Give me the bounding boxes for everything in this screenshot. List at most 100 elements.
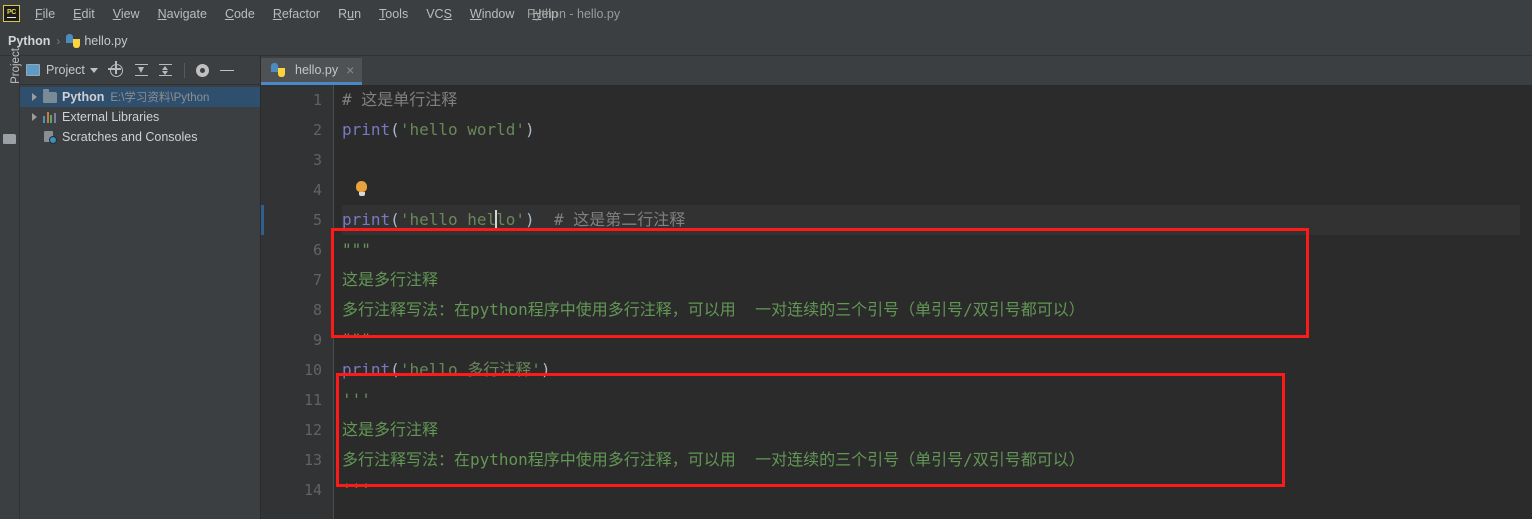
code-line[interactable]: '''	[342, 475, 1532, 505]
code-token: 多行注释写法：在python程序中使用多行注释，可以用 一对连续的三个引号（单引…	[342, 450, 1085, 469]
code-token: 这是多行注释	[342, 420, 439, 439]
code-line[interactable]: print('hello world')	[342, 115, 1532, 145]
line-number: 9	[312, 331, 322, 349]
code-line[interactable]	[342, 145, 1532, 175]
code-token: print	[342, 210, 391, 229]
chevron-right-icon[interactable]	[32, 113, 37, 121]
code-line[interactable]: 这是多行注释	[342, 265, 1532, 295]
line-number: 11	[303, 391, 322, 409]
breadcrumb-file[interactable]: hello.py	[62, 32, 131, 50]
tab-hello-py[interactable]: hello.py ×	[261, 58, 363, 85]
code-line[interactable]: print('hello 多行注释')	[342, 355, 1532, 385]
menu-item-window[interactable]: Window	[461, 4, 523, 24]
expand-all-icon[interactable]	[134, 63, 149, 78]
code-token: 这是多行注释	[342, 270, 439, 289]
line-number: 7	[312, 271, 322, 289]
code-line[interactable]: 多行注释写法：在python程序中使用多行注释，可以用 一对连续的三个引号（单引…	[342, 445, 1532, 475]
code-token: )	[525, 120, 535, 139]
breadcrumb-separator: ›	[56, 34, 61, 48]
code-token: 'hello world'	[399, 120, 526, 139]
chevron-right-icon[interactable]	[32, 93, 37, 101]
code-line[interactable]: '''	[342, 385, 1532, 415]
tree-item-python-project[interactable]: Python E:\学习资料\Python	[20, 87, 260, 107]
tree-item-label: External Libraries	[62, 110, 160, 124]
code-line[interactable]: # 这是单行注释	[342, 85, 1532, 115]
menu-item-view[interactable]: View	[104, 4, 149, 24]
close-icon[interactable]: ×	[344, 63, 354, 77]
scratches-icon	[43, 130, 57, 144]
code-token: )	[525, 210, 535, 229]
code-token: 'hello hello'	[399, 210, 526, 229]
gear-icon[interactable]	[195, 63, 211, 78]
project-panel-header: Project	[20, 56, 260, 85]
line-number: 6	[312, 241, 322, 259]
code-token: (	[390, 360, 400, 379]
code-line[interactable]: print('hello hello') # 这是第二行注释	[342, 205, 1532, 235]
code-token: )	[540, 360, 551, 379]
tree-item-external-libraries[interactable]: External Libraries	[20, 107, 260, 127]
main-content: Project Project Python E:\学习资料\Python Ex…	[0, 48, 1532, 519]
window-title: Python - hello.py	[527, 6, 621, 21]
code-editor[interactable]: 1 2 3 4 5 6 7 8 9 10 11 12 13 14 # 这是单行注…	[261, 85, 1532, 519]
menu-item-file[interactable]: File	[26, 4, 64, 24]
code-token: """	[342, 240, 371, 259]
project-panel-title[interactable]: Project	[46, 63, 85, 77]
pycharm-logo-bar	[7, 16, 16, 19]
code-line[interactable]: """	[342, 235, 1532, 265]
code-token: print	[342, 360, 391, 379]
left-tool-stripe: Project	[0, 48, 22, 519]
code-line[interactable]: 这是多行注释	[342, 415, 1532, 445]
pycharm-logo-text: PC	[6, 8, 17, 16]
python-file-icon	[271, 63, 285, 77]
code-token: (	[390, 120, 400, 139]
menu-item-refactor[interactable]: Refactor	[264, 4, 329, 24]
line-number-gutter[interactable]: 1 2 3 4 5 6 7 8 9 10 11 12 13 14	[261, 85, 334, 519]
tree-item-label: Python	[62, 90, 105, 104]
tool-window-button-project[interactable]: Project	[10, 36, 22, 96]
code-line[interactable]: """	[342, 325, 1532, 355]
locate-icon[interactable]	[109, 63, 125, 78]
code-token: print	[342, 120, 391, 139]
code-token: 'hello 多行注释'	[399, 360, 541, 379]
folder-icon	[43, 88, 57, 103]
chevron-down-icon[interactable]	[89, 67, 98, 73]
code-token: '''	[342, 390, 371, 409]
editor-tab-bar: hello.py ×	[261, 56, 1532, 85]
minimize-icon[interactable]	[219, 63, 235, 78]
menu-item-navigate[interactable]: Navigate	[149, 4, 216, 24]
line-number: 8	[312, 301, 322, 319]
line-number: 14	[303, 481, 322, 499]
intention-bulb-icon[interactable]	[356, 181, 367, 196]
text-cursor	[495, 210, 497, 231]
tree-item-label: Scratches and Consoles	[62, 130, 198, 144]
line-number: 2	[312, 121, 322, 139]
toolbar-divider	[183, 62, 185, 78]
code-token: '''	[342, 480, 371, 499]
code-line[interactable]	[342, 175, 1532, 205]
tab-label: hello.py	[295, 63, 339, 77]
pycharm-logo-icon: PC	[3, 5, 20, 22]
structure-icon[interactable]	[3, 134, 16, 144]
menu-item-edit[interactable]: Edit	[64, 4, 104, 24]
line-number: 10	[303, 361, 322, 379]
line-number: 13	[303, 451, 322, 469]
project-panel-toolbar	[109, 62, 235, 78]
editor-scrollbar[interactable]	[1520, 85, 1532, 519]
menu-item-tools[interactable]: Tools	[370, 4, 417, 24]
line-number: 4	[312, 181, 322, 199]
menu-item-run[interactable]: Run	[329, 4, 370, 24]
menu-item-vcs[interactable]: VCS	[417, 4, 461, 24]
menu-item-code[interactable]: Code	[216, 4, 264, 24]
navigation-bar: Python › hello.py	[0, 27, 1532, 56]
code-content[interactable]: # 这是单行注释 print('hello world') print('hel…	[334, 85, 1532, 519]
code-token: """	[342, 330, 371, 349]
code-line[interactable]: 多行注释写法：在python程序中使用多行注释，可以用 一对连续的三个引号（单引…	[342, 295, 1532, 325]
collapse-all-icon[interactable]	[158, 63, 173, 78]
project-view-icon	[26, 64, 40, 76]
tree-item-scratches-and-consoles[interactable]: Scratches and Consoles	[20, 127, 260, 147]
editor-area: hello.py × 1 2 3 4 5 6 7 8 9 10 11 12 13…	[261, 56, 1532, 519]
line-number: 5	[312, 211, 322, 229]
code-token: (	[390, 210, 400, 229]
python-file-icon	[66, 34, 81, 48]
